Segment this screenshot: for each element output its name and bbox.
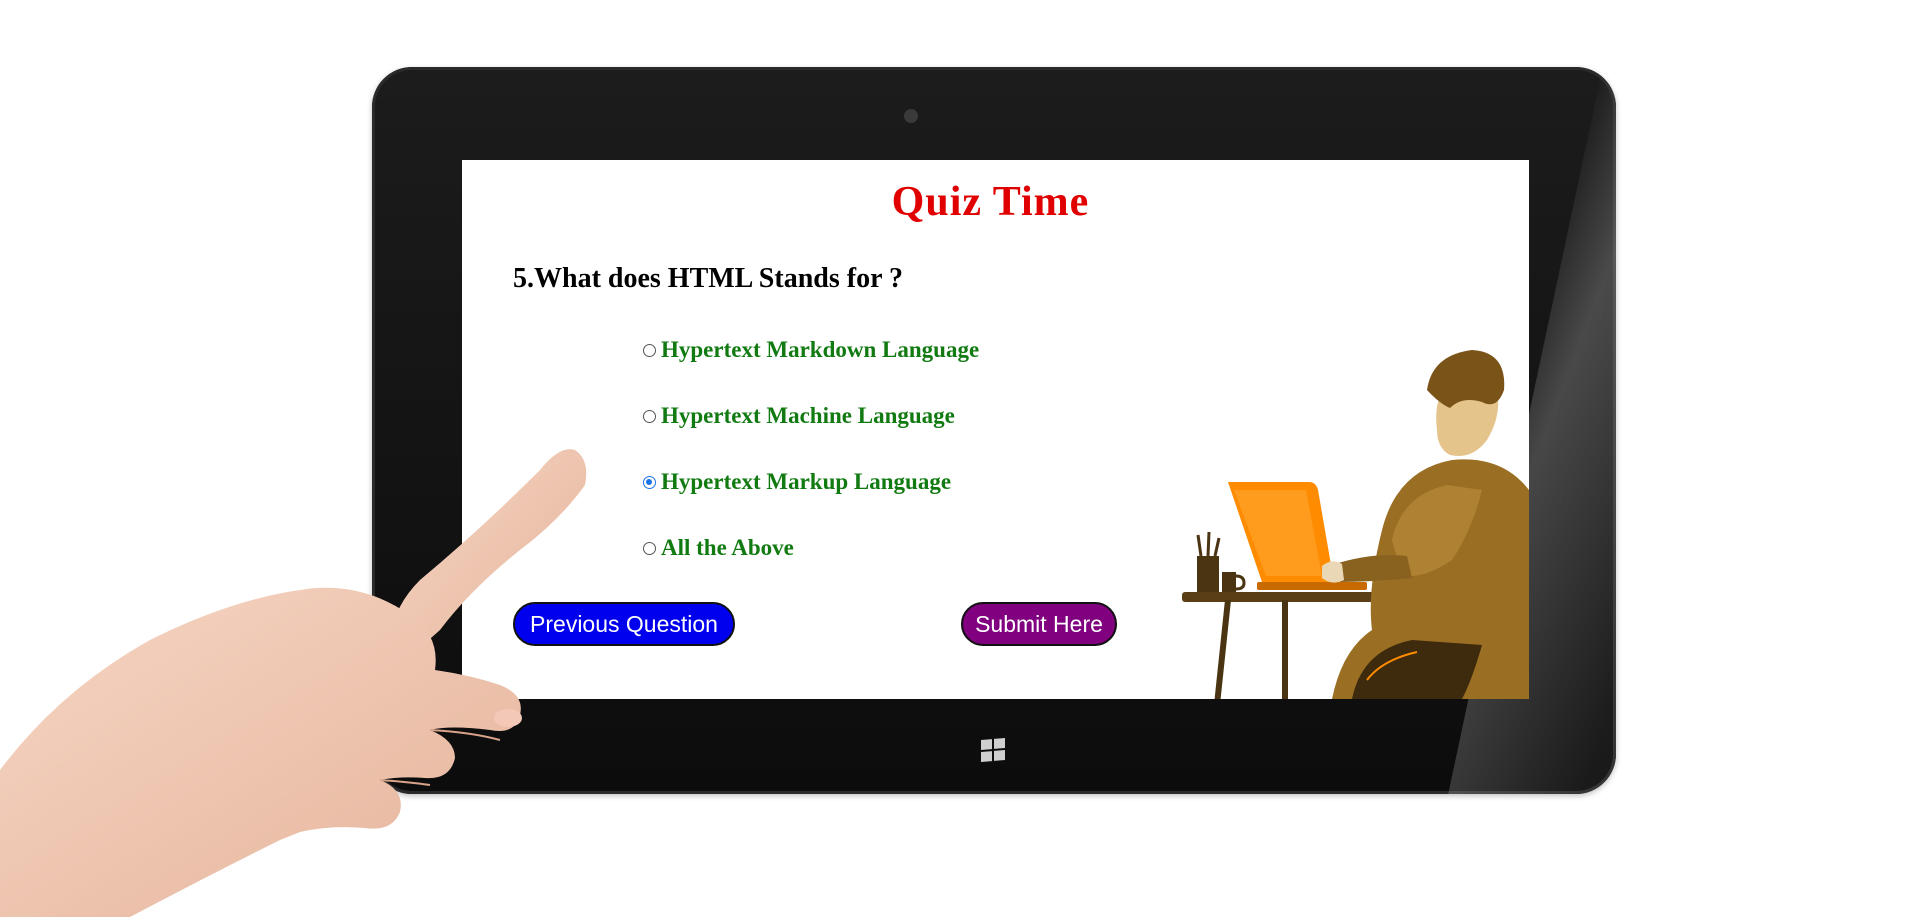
option-1-radio[interactable]: [643, 343, 656, 357]
windows-logo-icon[interactable]: [981, 737, 1005, 763]
option-2-label: Hypertext Machine Language: [661, 403, 955, 428]
pointing-hand-image: [0, 449, 587, 917]
option-4-radio[interactable]: [643, 541, 656, 555]
pencil-cup: [1197, 556, 1219, 592]
option-4-label: All the Above: [661, 535, 794, 560]
desk-leg: [1282, 600, 1288, 699]
quiz-screen: Quiz Time 5.What does HTML Stands for ? …: [462, 160, 1529, 699]
camera-icon: [904, 109, 918, 123]
option-3-radio[interactable]: [643, 475, 656, 489]
person-hand: [1322, 561, 1344, 583]
page-title: Quiz Time: [891, 179, 1090, 225]
fingernail: [494, 709, 522, 727]
person-arm: [1332, 555, 1412, 582]
person-at-laptop-illustration: [1182, 350, 1529, 699]
submit-button[interactable]: Submit Here: [961, 602, 1117, 646]
option-1[interactable]: Hypertext Markdown Language: [643, 337, 979, 363]
option-3[interactable]: Hypertext Markup Language: [643, 469, 951, 495]
option-3-label: Hypertext Markup Language: [661, 469, 952, 494]
option-2[interactable]: Hypertext Machine Language: [643, 403, 955, 429]
person-hair: [1427, 350, 1505, 408]
desk-leg: [1214, 599, 1231, 699]
mug: [1222, 572, 1236, 592]
palm: [0, 587, 521, 917]
laptop-base: [1257, 582, 1367, 590]
option-1-label: Hypertext Markdown Language: [661, 337, 980, 362]
option-2-radio[interactable]: [643, 409, 656, 423]
option-4[interactable]: All the Above: [643, 535, 794, 561]
question-text: 5.What does HTML Stands for ?: [513, 263, 903, 294]
